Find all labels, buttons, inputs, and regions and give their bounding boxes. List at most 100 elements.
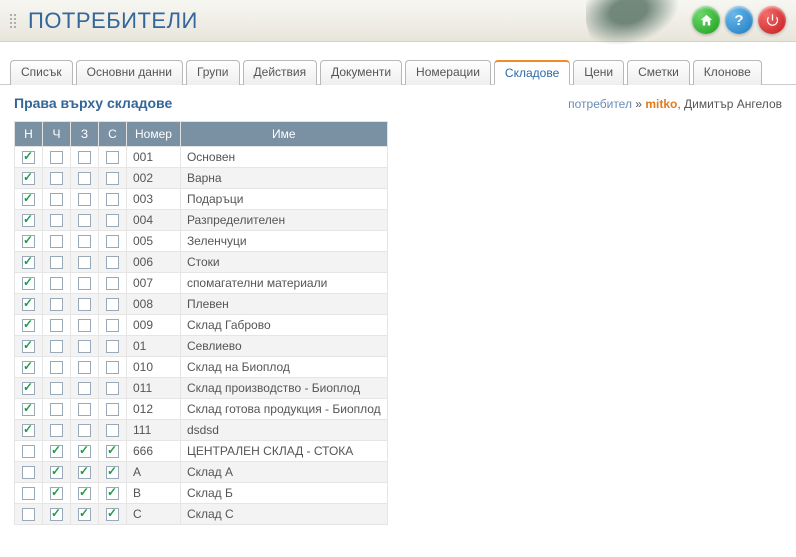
checkbox[interactable] [50, 424, 63, 437]
checkbox[interactable] [50, 403, 63, 416]
checkbox[interactable] [22, 424, 35, 437]
checkbox[interactable] [50, 277, 63, 290]
checkbox[interactable] [50, 340, 63, 353]
cell-n [15, 462, 43, 483]
checkbox[interactable] [22, 298, 35, 311]
checkbox[interactable] [78, 508, 91, 521]
checkbox[interactable] [106, 508, 119, 521]
checkbox[interactable] [22, 445, 35, 458]
checkbox[interactable] [50, 319, 63, 332]
tab-6[interactable]: Складове [494, 60, 570, 85]
checkbox[interactable] [106, 382, 119, 395]
tab-5[interactable]: Номерации [405, 60, 491, 85]
checkbox[interactable] [106, 151, 119, 164]
checkbox[interactable] [106, 445, 119, 458]
checkbox[interactable] [78, 298, 91, 311]
col-header[interactable]: Номер [127, 122, 181, 147]
checkbox[interactable] [22, 361, 35, 374]
checkbox[interactable] [78, 361, 91, 374]
checkbox[interactable] [78, 214, 91, 227]
checkbox[interactable] [22, 340, 35, 353]
checkbox[interactable] [22, 487, 35, 500]
checkbox[interactable] [106, 487, 119, 500]
checkbox[interactable] [106, 298, 119, 311]
checkbox[interactable] [78, 424, 91, 437]
col-header[interactable]: Н [15, 122, 43, 147]
checkbox[interactable] [50, 172, 63, 185]
checkbox[interactable] [50, 193, 63, 206]
checkbox[interactable] [78, 445, 91, 458]
checkbox[interactable] [50, 466, 63, 479]
checkbox[interactable] [22, 256, 35, 269]
user-line: потребител » mitko, Димитър Ангелов [568, 97, 782, 111]
checkbox[interactable] [22, 235, 35, 248]
checkbox[interactable] [50, 508, 63, 521]
col-header[interactable]: З [71, 122, 99, 147]
checkbox[interactable] [50, 445, 63, 458]
checkbox[interactable] [50, 487, 63, 500]
tab-9[interactable]: Клонове [693, 60, 762, 85]
checkbox[interactable] [78, 256, 91, 269]
home-button[interactable] [692, 6, 720, 34]
cell-name: Стоки [180, 252, 387, 273]
checkbox[interactable] [106, 361, 119, 374]
checkbox[interactable] [22, 151, 35, 164]
col-header[interactable]: С [99, 122, 127, 147]
user-login[interactable]: mitko [645, 97, 677, 111]
checkbox[interactable] [22, 403, 35, 416]
checkbox[interactable] [22, 319, 35, 332]
checkbox[interactable] [22, 277, 35, 290]
checkbox[interactable] [106, 193, 119, 206]
checkbox[interactable] [106, 277, 119, 290]
checkbox[interactable] [106, 319, 119, 332]
checkbox[interactable] [106, 235, 119, 248]
checkbox[interactable] [50, 235, 63, 248]
checkbox[interactable] [22, 466, 35, 479]
checkbox[interactable] [78, 319, 91, 332]
checkbox[interactable] [106, 466, 119, 479]
checkbox[interactable] [50, 298, 63, 311]
checkbox[interactable] [106, 172, 119, 185]
checkbox[interactable] [50, 256, 63, 269]
checkbox[interactable] [50, 151, 63, 164]
cell-n [15, 441, 43, 462]
checkbox[interactable] [78, 151, 91, 164]
logout-button[interactable] [758, 6, 786, 34]
checkbox[interactable] [22, 214, 35, 227]
help-button[interactable]: ? [725, 6, 753, 34]
checkbox[interactable] [106, 424, 119, 437]
checkbox[interactable] [22, 382, 35, 395]
table-row: 003Подаръци [15, 189, 388, 210]
checkbox[interactable] [78, 277, 91, 290]
checkbox[interactable] [78, 403, 91, 416]
cell-name: Севлиево [180, 336, 387, 357]
cell-c [43, 294, 71, 315]
tab-3[interactable]: Действия [243, 60, 318, 85]
checkbox[interactable] [78, 235, 91, 248]
tab-2[interactable]: Групи [186, 60, 240, 85]
tab-1[interactable]: Основни данни [76, 60, 183, 85]
checkbox[interactable] [50, 382, 63, 395]
checkbox[interactable] [106, 256, 119, 269]
checkbox[interactable] [78, 382, 91, 395]
tab-7[interactable]: Цени [573, 60, 624, 85]
tab-8[interactable]: Сметки [627, 60, 690, 85]
checkbox[interactable] [50, 361, 63, 374]
checkbox[interactable] [106, 403, 119, 416]
col-header[interactable]: Ч [43, 122, 71, 147]
checkbox[interactable] [78, 466, 91, 479]
user-sep: » [632, 97, 645, 111]
checkbox[interactable] [22, 508, 35, 521]
checkbox[interactable] [78, 172, 91, 185]
checkbox[interactable] [106, 214, 119, 227]
checkbox[interactable] [106, 340, 119, 353]
checkbox[interactable] [78, 340, 91, 353]
col-header[interactable]: Име [180, 122, 387, 147]
checkbox[interactable] [50, 214, 63, 227]
tab-0[interactable]: Списък [10, 60, 73, 85]
checkbox[interactable] [78, 193, 91, 206]
checkbox[interactable] [22, 172, 35, 185]
checkbox[interactable] [22, 193, 35, 206]
checkbox[interactable] [78, 487, 91, 500]
tab-4[interactable]: Документи [320, 60, 402, 85]
